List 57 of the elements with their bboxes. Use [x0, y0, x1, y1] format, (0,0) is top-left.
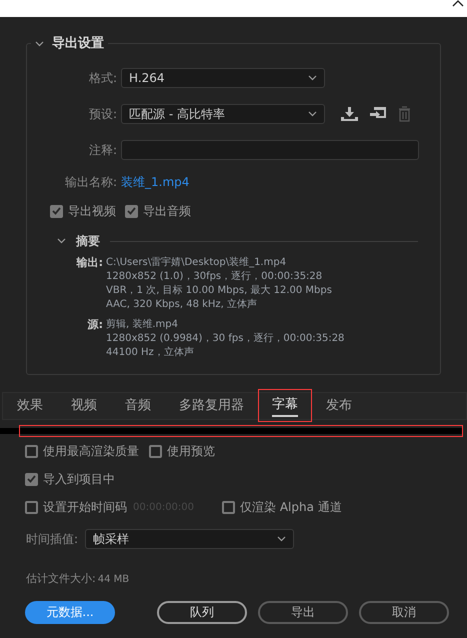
- chevron-down-icon: [277, 536, 286, 542]
- collapse-toggle[interactable]: [57, 238, 66, 244]
- field-label: 时间插值:: [26, 531, 78, 548]
- summary-label: 源:: [86, 318, 103, 333]
- summary-line: C:\Users\雷宇婧\Desktop\装维_1.mp4: [106, 256, 288, 270]
- checkbox-label: 仅渲染 Alpha 通道: [240, 499, 342, 516]
- tab[interactable]: 字幕: [272, 395, 298, 417]
- output-name-link[interactable]: 装维_1.mp4: [121, 173, 190, 191]
- checkbox-label: 导出视频: [68, 203, 116, 220]
- field-label: 注释:: [88, 142, 118, 159]
- tab[interactable]: 效果: [17, 395, 43, 417]
- dialog-button[interactable]: 导出: [258, 600, 348, 624]
- import-icon[interactable]: [370, 107, 386, 121]
- field-label: 预设:: [88, 106, 118, 123]
- tab[interactable]: 发布: [326, 395, 352, 417]
- checkbox[interactable]: [25, 500, 38, 514]
- summary-line: 1280x852 (1.0)，30fps，逐行，00:00:35:28: [106, 270, 324, 284]
- summary-line: AAC, 320 Kbps, 48 kHz, 立体声: [106, 298, 258, 312]
- chevron-down-icon: [57, 238, 66, 244]
- summary-line: 44100 Hz，立体声: [106, 346, 195, 360]
- checkbox-label: 使用预览: [167, 443, 215, 460]
- checkbox-label: 导出音频: [143, 203, 191, 220]
- tab[interactable]: 多路复用器: [179, 395, 244, 417]
- dialog-button[interactable]: 取消: [359, 600, 449, 624]
- summary-line: 1280x852 (0.9984)，30 fps，逐行，00:00:35:28: [106, 332, 344, 346]
- field-label: 估计文件大小:: [26, 571, 96, 587]
- summary-line: 剪辑, 装维.mp4: [106, 318, 179, 332]
- checkbox[interactable]: [125, 204, 138, 218]
- field-label: 格式:: [88, 70, 118, 87]
- tab[interactable]: 音频: [125, 395, 151, 417]
- checkbox[interactable]: [222, 500, 236, 514]
- tab[interactable]: 视频: [71, 395, 97, 417]
- collapse-toggle[interactable]: [35, 40, 44, 47]
- trash-icon[interactable]: [398, 106, 411, 122]
- checkbox[interactable]: [25, 472, 38, 486]
- interpolation-dropdown[interactable]: 帧采样: [85, 529, 294, 549]
- checkbox[interactable]: [50, 204, 63, 218]
- preset-dropdown[interactable]: 匹配源 - 高比特率: [121, 104, 325, 124]
- download-icon[interactable]: [341, 107, 358, 121]
- caret-up-icon[interactable]: [452, 0, 464, 7]
- summary-line: VBR，1 次, 目标 10.00 Mbps, 最大 12.00 Mbps: [106, 284, 332, 298]
- checkbox-label: 导入到项目中: [43, 471, 115, 488]
- format-dropdown[interactable]: H.264: [121, 68, 325, 88]
- checkbox-label: 设置开始时间码: [43, 499, 127, 516]
- chevron-down-icon: [308, 111, 317, 117]
- file-size-value: 44 MB: [98, 572, 130, 587]
- section-title: 导出设置: [52, 35, 104, 53]
- chevron-down-icon: [35, 40, 44, 47]
- comment-field[interactable]: [121, 140, 419, 160]
- summary-label: 输出:: [75, 256, 103, 271]
- summary-title: 摘要: [76, 233, 100, 250]
- checkbox[interactable]: [25, 444, 38, 458]
- checkbox-label: 使用最高渲染质量: [43, 443, 139, 460]
- chevron-down-icon: [308, 75, 317, 81]
- checkbox[interactable]: [149, 444, 162, 458]
- field-label: 输出名称:: [64, 174, 118, 191]
- dialog-button[interactable]: 队列: [157, 600, 247, 624]
